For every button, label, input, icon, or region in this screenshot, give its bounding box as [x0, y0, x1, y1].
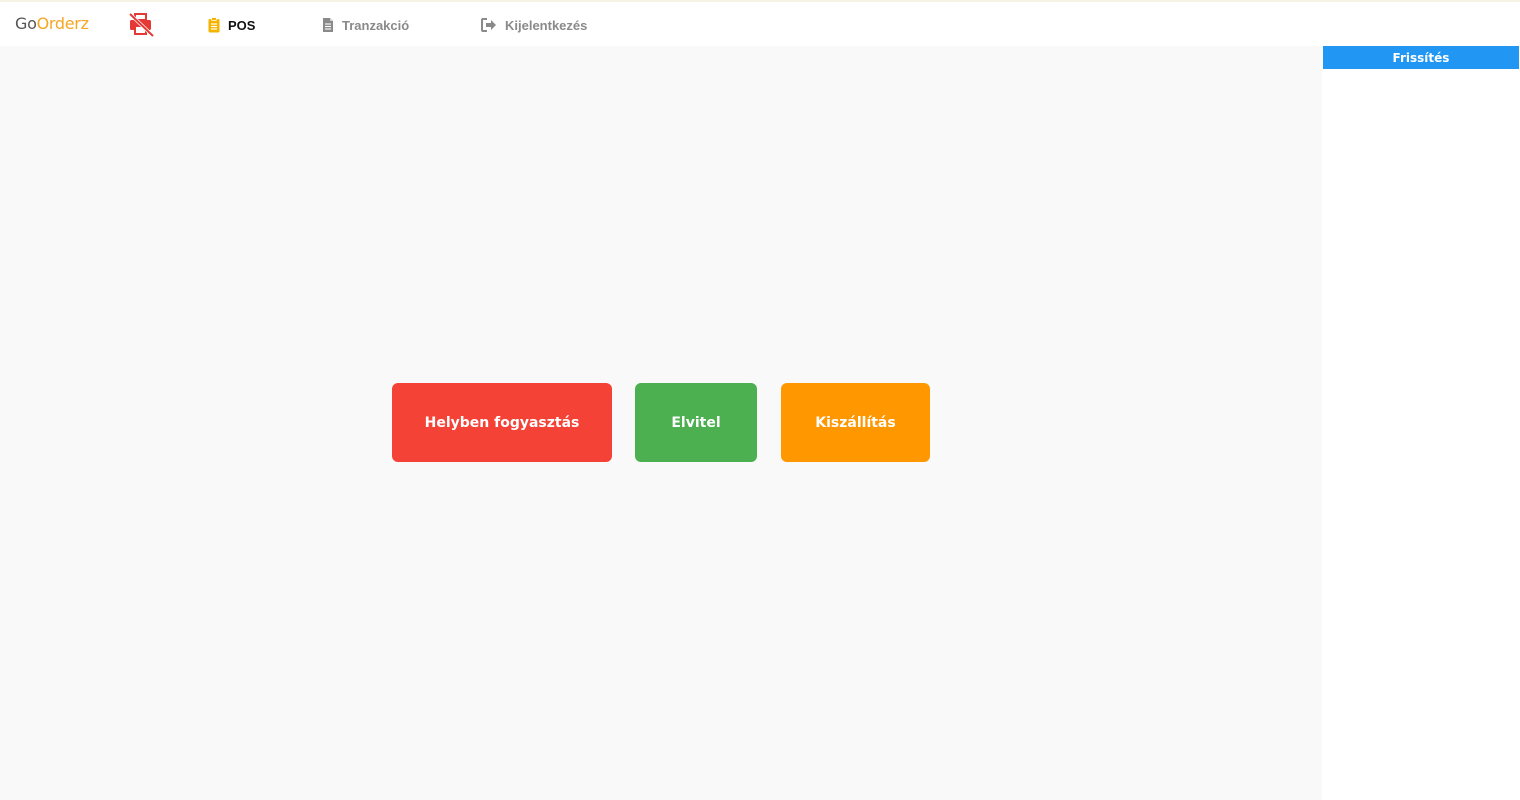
brand-logo-orderz: Orderz	[36, 14, 89, 33]
refresh-button[interactable]: Frissítés	[1323, 46, 1519, 69]
dine-in-button[interactable]: Helyben fogyasztás	[392, 383, 612, 462]
document-icon	[323, 18, 333, 32]
main-content: Helyben fogyasztás Elvitel Kiszállítás	[0, 46, 1322, 800]
nav-item-logout-label: Kijelentkezés	[505, 17, 588, 33]
top-navbar: GoOrderz POS Tranzakció Kijelentkezés	[0, 2, 1520, 46]
right-sidebar: Frissítés	[1322, 46, 1520, 800]
takeaway-button[interactable]: Elvitel	[635, 383, 757, 462]
nav-item-pos[interactable]: POS	[208, 14, 255, 36]
nav-item-pos-label: POS	[228, 17, 256, 33]
sign-out-icon	[481, 18, 496, 32]
clipboard-icon	[208, 17, 220, 33]
nav-item-tranzakcio-label: Tranzakció	[342, 17, 410, 33]
nav-item-tranzakcio[interactable]: Tranzakció	[322, 14, 409, 36]
brand-logo-go: Go	[15, 14, 37, 33]
nav-item-logout[interactable]: Kijelentkezés	[481, 14, 587, 36]
delivery-button[interactable]: Kiszállítás	[781, 383, 930, 462]
brand-logo: GoOrderz	[15, 14, 89, 34]
printer-disabled-icon[interactable]	[128, 12, 156, 38]
